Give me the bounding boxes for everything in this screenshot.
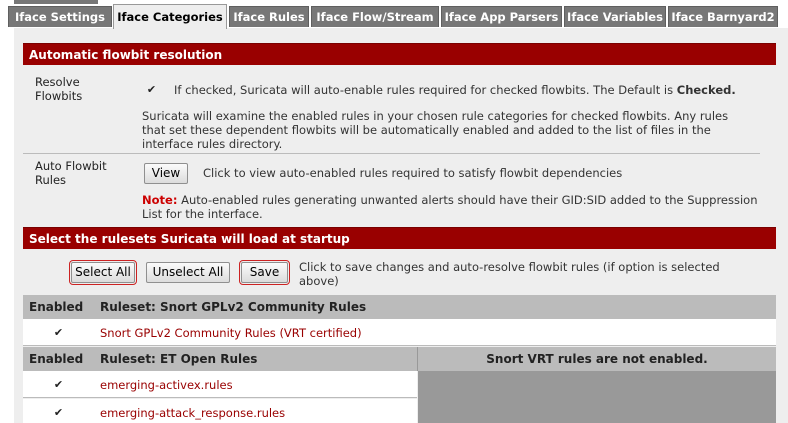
table-row: ✔ emerging-activex.rules [23,371,417,398]
tab-bar: Iface Settings Iface Categories Iface Ru… [0,0,788,29]
resolve-flowbits-checkbox[interactable]: ✔ [146,84,157,95]
save-hint: Click to save changes and auto-resolve f… [299,260,720,288]
tab-row-above-stub [14,0,98,4]
et-table-header: Enabled Ruleset: ET Open Rules Snort VRT… [23,347,776,371]
et-ruleset-link[interactable]: emerging-activex.rules [100,378,233,392]
resolve-flowbits-default: Checked. [676,83,736,97]
tab-iface-categories[interactable]: Iface Categories [113,4,227,29]
view-flowbit-rules-button[interactable]: View [144,163,188,184]
save-button[interactable]: Save [239,260,290,285]
auto-flowbit-rules-label: Auto Flowbit Rules [35,159,107,187]
rulesets-section-header: Select the rulesets Suricata will load a… [23,227,776,249]
note-label: Note: [142,193,178,207]
content-frame: Automatic flowbit resolution Resolve Flo… [14,28,788,423]
gplv2-table-header: Enabled Ruleset: Snort GPLv2 Community R… [23,295,776,319]
gplv2-col-enabled: Enabled [29,300,84,314]
tab-iface-variables[interactable]: Iface Variables [564,6,666,27]
content-inner: Automatic flowbit resolution Resolve Flo… [23,43,788,423]
et-ruleset-link[interactable]: emerging-attack_response.rules [100,406,285,420]
suppression-note: Note: Auto-enabled rules generating unwa… [142,193,758,221]
et-ruleset-checkbox[interactable]: ✔ [53,407,64,418]
flowbit-separator [23,153,760,154]
et-col-ruleset: Ruleset: ET Open Rules [100,352,258,366]
unselect-all-button[interactable]: Unselect All [146,262,230,283]
gplv2-col-ruleset: Ruleset: Snort GPLv2 Community Rules [100,300,367,314]
resolve-flowbits-label: Resolve Flowbits [35,75,83,103]
et-col-enabled: Enabled [29,352,84,366]
resolve-flowbits-hint: If checked, Suricata will auto-enable ru… [174,83,736,97]
resolve-flowbits-description: Suricata will examine the enabled rules … [142,109,729,151]
tab-iface-settings[interactable]: Iface Settings [8,6,112,27]
tab-iface-barnyard2[interactable]: Iface Barnyard2 [668,6,778,27]
table-row: ✔ emerging-attack_response.rules [23,399,417,423]
flowbit-section-header: Automatic flowbit resolution [23,43,776,65]
tab-iface-app-parsers[interactable]: Iface App Parsers [441,6,562,27]
table-row: ✔ Snort GPLv2 Community Rules (VRT certi… [23,319,776,346]
vrt-rules-placeholder [418,371,776,423]
vrt-not-enabled-notice: Snort VRT rules are not enabled. [417,347,776,371]
tab-iface-rules[interactable]: Iface Rules [229,6,309,27]
et-ruleset-checkbox[interactable]: ✔ [53,379,64,390]
select-all-button[interactable]: Select All [69,260,137,285]
tab-iface-flow-stream[interactable]: Iface Flow/Stream [311,6,439,27]
gplv2-ruleset-link[interactable]: Snort GPLv2 Community Rules (VRT certifi… [100,326,362,340]
view-flowbit-hint: Click to view auto-enabled rules require… [203,166,623,180]
gplv2-ruleset-checkbox[interactable]: ✔ [53,327,64,338]
